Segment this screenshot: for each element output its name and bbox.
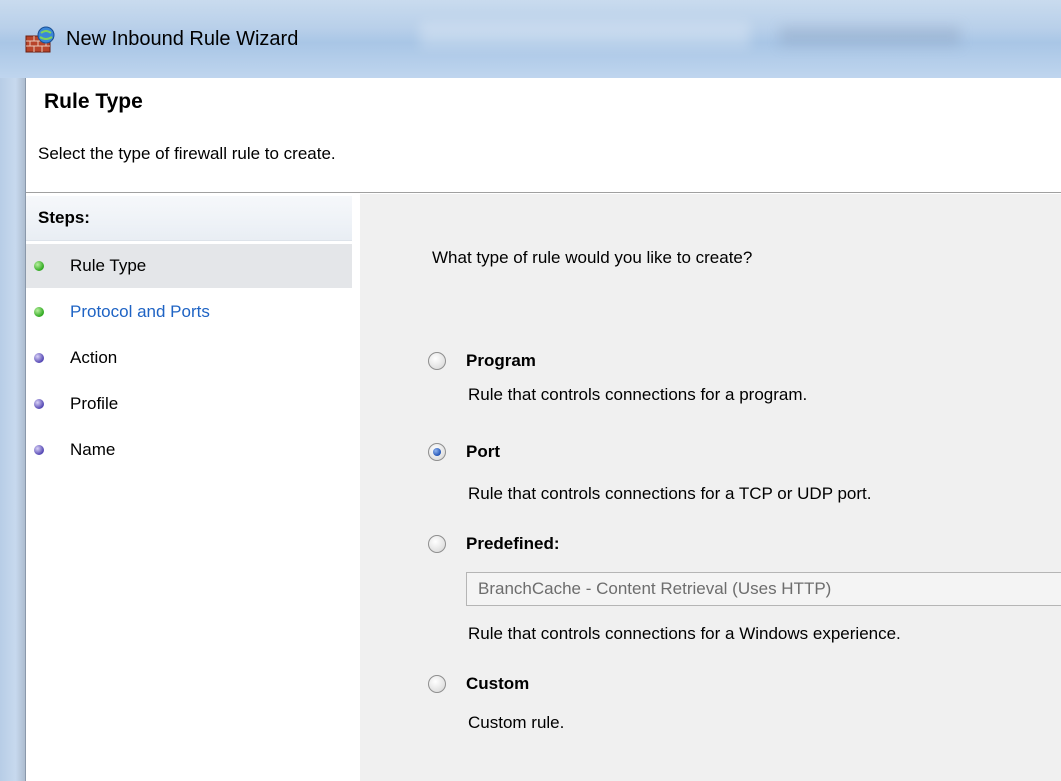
custom-description: Custom rule. xyxy=(468,713,565,732)
step-rule-type[interactable]: Rule Type xyxy=(26,244,352,288)
predefined-radio[interactable] xyxy=(428,535,446,553)
step-label: Rule Type xyxy=(70,256,147,275)
firewall-icon xyxy=(25,26,55,53)
page-subtitle: Select the type of firewall rule to crea… xyxy=(38,144,336,163)
title-bar-glass-shadow xyxy=(780,26,960,46)
step-pending-icon xyxy=(34,353,44,363)
window-frame-left xyxy=(0,78,26,781)
step-protocol-and-ports[interactable]: Protocol and Ports xyxy=(26,290,352,334)
steps-header: Steps: xyxy=(26,196,352,241)
header-divider xyxy=(26,192,1061,193)
wizard-window: New Inbound Rule Wizard Rule Type Select… xyxy=(0,0,1061,781)
title-bar[interactable]: New Inbound Rule Wizard xyxy=(0,0,1061,78)
steps-panel: Steps: Rule Type Protocol and Ports Acti… xyxy=(26,194,361,781)
main-content: What type of rule would you like to crea… xyxy=(360,194,1061,781)
step-label[interactable]: Protocol and Ports xyxy=(70,302,210,322)
step-label: Name xyxy=(70,440,116,459)
rule-type-question: What type of rule would you like to crea… xyxy=(432,248,753,267)
port-label[interactable]: Port xyxy=(466,442,500,462)
step-label: Profile xyxy=(70,394,119,413)
wizard-header: Rule Type Select the type of firewall ru… xyxy=(26,78,1061,194)
step-pending-icon xyxy=(34,445,44,455)
window-title: New Inbound Rule Wizard xyxy=(66,28,299,50)
step-pending-icon xyxy=(34,399,44,409)
custom-radio[interactable] xyxy=(428,675,446,693)
program-description: Rule that controls connections for a pro… xyxy=(468,385,808,404)
step-complete-icon xyxy=(34,307,44,317)
page-title: Rule Type xyxy=(44,90,143,113)
program-label[interactable]: Program xyxy=(466,351,536,371)
step-profile[interactable]: Profile xyxy=(26,382,352,426)
title-bar-glass xyxy=(420,22,750,48)
step-label: Action xyxy=(70,348,118,367)
predefined-label[interactable]: Predefined: xyxy=(466,534,560,554)
predefined-description: Rule that controls connections for a Win… xyxy=(468,624,901,643)
step-complete-icon xyxy=(34,261,44,271)
port-radio[interactable] xyxy=(428,443,446,461)
custom-label[interactable]: Custom xyxy=(466,674,529,694)
predefined-dropdown[interactable]: BranchCache - Content Retrieval (Uses HT… xyxy=(466,572,1061,606)
steps-heading: Steps: xyxy=(38,208,90,227)
step-action[interactable]: Action xyxy=(26,336,352,380)
port-description: Rule that controls connections for a TCP… xyxy=(468,484,872,503)
step-name[interactable]: Name xyxy=(26,428,352,472)
program-radio[interactable] xyxy=(428,352,446,370)
